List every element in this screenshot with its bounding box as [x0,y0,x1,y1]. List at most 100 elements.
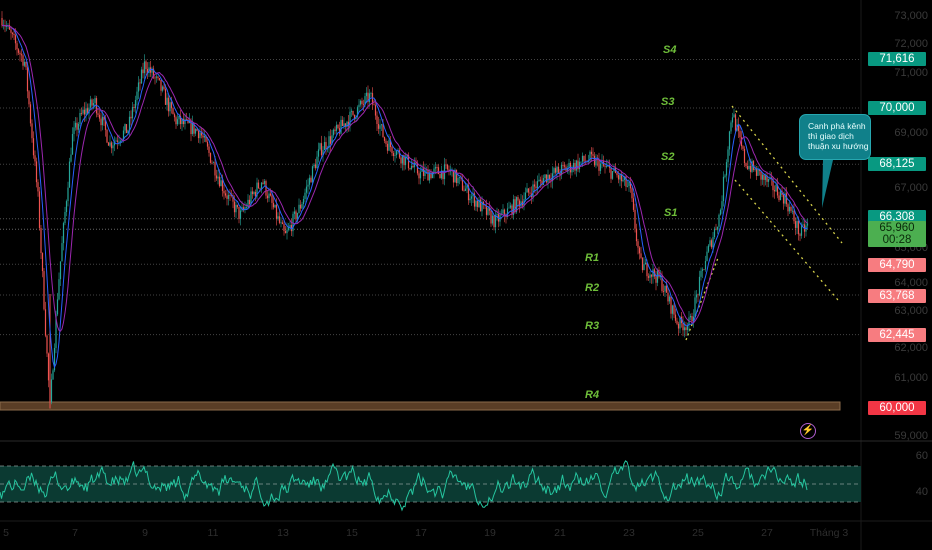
candle [304,192,306,199]
candle [280,222,282,224]
candle [590,151,593,155]
candle [802,224,804,226]
candle [544,174,546,179]
candle [226,195,228,199]
time-tick: 21 [554,527,566,539]
candle [128,116,131,131]
candle [709,240,711,246]
candle [674,314,677,321]
candle [137,82,140,92]
last-price-tag: 65,960 00:28 [868,221,926,247]
price-tick: 59,000 [894,430,928,442]
candle [47,353,50,381]
candle [131,107,134,119]
candle [409,168,411,170]
candle [265,181,267,196]
time-tick: 7 [72,527,78,539]
candle [79,112,81,124]
candle [14,35,17,44]
candle [305,186,308,193]
candle [455,169,458,184]
candle [694,297,696,317]
candle [248,199,251,205]
price-tick: 63,000 [894,305,928,317]
candle [101,116,104,126]
candle [163,86,165,90]
candle [329,136,332,144]
candle [34,155,36,162]
candle [685,327,687,330]
candle [524,192,527,200]
candle [229,194,231,196]
candle [310,177,312,183]
candle [139,82,141,84]
candle [475,200,477,207]
candle [436,167,438,168]
candle [439,174,441,179]
candle [227,194,230,199]
candle [707,245,710,252]
candle [755,168,758,176]
candle [469,198,471,201]
candle [668,296,671,302]
candle [173,114,176,118]
candle [83,109,86,115]
candle [134,99,137,108]
candle [224,193,227,196]
candle [44,309,47,336]
candle [580,161,582,163]
candle [641,257,644,271]
candle [662,291,665,292]
candle [71,133,74,155]
candle [682,323,684,331]
candle [268,193,270,199]
price-tick: 67,000 [894,182,928,194]
candle [334,129,336,131]
level-label-r1: R1 [585,252,600,264]
candle [313,164,315,167]
candle [235,204,237,213]
level-label-s1: S1 [664,207,678,219]
lightning-icon[interactable]: ⚡ [800,423,816,439]
candle [604,165,606,167]
candle [616,173,618,176]
candle [757,169,759,176]
candle [17,49,20,53]
candle [722,176,725,202]
candle [764,175,767,180]
candle [788,206,791,212]
candle [721,201,723,210]
candle [242,207,245,210]
candle [637,241,639,248]
candle [286,229,288,234]
candle [470,196,473,199]
candle [196,128,198,131]
candle [373,104,375,106]
candle [571,169,573,173]
candle [508,207,510,209]
candle [43,271,45,310]
time-tick: 13 [277,527,289,539]
candle [733,114,735,118]
candle [619,174,621,180]
candle [743,148,746,164]
candle [302,198,305,205]
price-chart[interactable] [0,0,932,550]
candle [677,323,680,329]
candle [434,167,437,169]
candle [56,299,59,315]
candle [724,175,726,177]
candle [734,114,737,131]
candle [157,76,159,79]
candle [50,379,53,403]
callout-note[interactable]: Canh phá kênh thì giao dịch thuận xu hướ… [799,114,871,160]
candle [644,262,647,265]
time-tick: 19 [484,527,496,539]
candle [374,105,377,116]
candle [800,225,803,236]
candle [199,132,201,139]
candle [673,305,675,315]
candle [68,161,71,188]
candle [761,174,764,180]
time-tick: 11 [207,527,219,539]
